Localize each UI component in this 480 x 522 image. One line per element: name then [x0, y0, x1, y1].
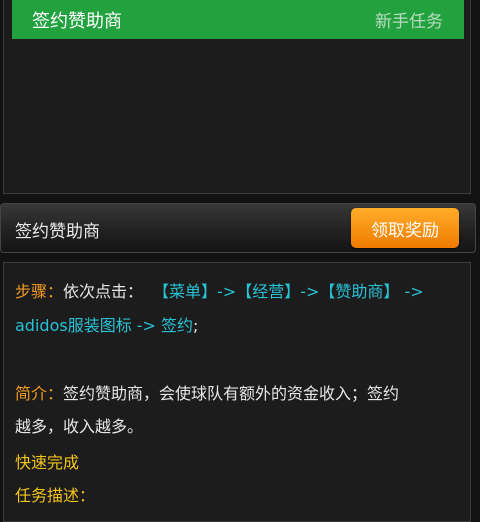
task-title-bar: 签约赞助商 领取奖励 — [0, 203, 476, 253]
task-details-panel: 步骤：依次点击： 【菜单】->【经营】->【赞助商】 -> adidos服装图标 … — [3, 262, 471, 522]
claim-reward-button[interactable]: 领取奖励 — [351, 208, 459, 248]
steps-end: ; — [193, 316, 199, 335]
quick-complete-link[interactable]: 快速完成 — [15, 453, 79, 473]
intro-text-1: 签约赞助商，会使球队有额外的资金收入；签约 — [63, 384, 400, 403]
steps-intro: 依次点击： — [63, 282, 144, 301]
intro-label: 简介： — [15, 384, 64, 403]
steps-path-1: 【菜单】->【经营】->【赞助商】 -> — [153, 282, 424, 301]
intro-line-1: 简介：签约赞助商，会使球队有额外的资金收入；签约 — [15, 384, 399, 404]
task-type: 新手任务 — [375, 12, 443, 32]
task-title: 签约赞助商 — [15, 222, 100, 242]
task-description-label: 任务描述： — [15, 486, 96, 505]
intro-line-2: 越多，收入越多。 — [15, 417, 143, 437]
task-name: 签约赞助商 — [32, 10, 122, 32]
task-list-item-selected[interactable]: 签约赞助商 新手任务 — [12, 0, 464, 39]
intro-text-2: 越多，收入越多。 — [15, 417, 144, 436]
task-list-panel: 签约赞助商 新手任务 — [3, 0, 471, 194]
steps-label: 步骤： — [15, 282, 64, 301]
steps-path-2: adidos服装图标 -> 签约 — [15, 316, 194, 335]
steps-line-2: adidos服装图标 -> 签约; — [15, 316, 198, 336]
steps-line-1: 步骤：依次点击： 【菜单】->【经营】->【赞助商】 -> — [15, 282, 424, 302]
